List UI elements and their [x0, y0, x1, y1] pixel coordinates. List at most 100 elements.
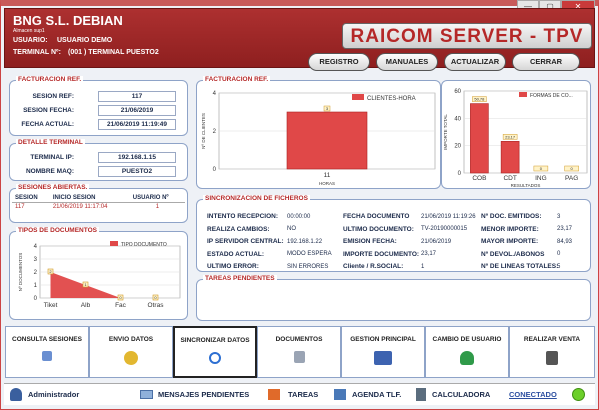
user-icon — [460, 351, 474, 365]
column-header: INICIO SESION — [49, 194, 130, 203]
company-name: BNG S.L. DEBIAN — [13, 13, 123, 28]
legend-label: TIPO DOCUMENTO — [121, 242, 167, 248]
y-tick-label: 2 — [213, 129, 217, 135]
user-icon — [10, 388, 22, 401]
sync-field-value: 23,17 — [421, 251, 437, 257]
consulta-sesiones-button[interactable]: CONSULTA SESIONES — [5, 326, 89, 378]
table-cell: 117 — [15, 204, 25, 210]
button-label: REALIZAR VENTA — [523, 336, 581, 343]
y-tick-label: 1 — [34, 283, 38, 289]
terminal-label: TERMINAL Nº: — [13, 49, 61, 56]
maquina-value: PUESTO2 — [98, 166, 176, 177]
sync-field-label: Nº DOC. EMITIDOS: — [481, 213, 542, 220]
sync-field-label: REALIZA CAMBIOS: — [207, 225, 270, 233]
tareas-panel: TAREAS PENDIENTES — [196, 275, 591, 321]
sincronizar-datos-button[interactable]: SINCRONIZAR DATOS — [173, 326, 257, 378]
gestion-principal-button[interactable]: GESTION PRINCIPAL — [341, 326, 425, 378]
legend-swatch — [352, 94, 364, 100]
sync-field-label: Nº DE LINEAS TOTALES: — [481, 263, 559, 270]
app-title: RAICOM SERVER - TPV — [342, 23, 592, 49]
gear-icon — [124, 351, 138, 365]
calculadora-link[interactable]: CALCULADORA — [432, 390, 490, 399]
terminal-value: (001 ) TERMINAL PUESTO2 — [68, 49, 159, 56]
realizar-venta-button[interactable]: REALIZAR VENTA — [509, 326, 595, 378]
column-header: SESION — [12, 194, 50, 203]
sesiones-panel: SESIONES ABIERTAS. SESION INICIO SESION … — [9, 184, 188, 223]
facturacion-chart-panel: FACTURACION REF. 0 2 4 Nº DE CLIENTES 3 11 HOR… — [196, 76, 441, 189]
user-value: USUARIO DEMO — [57, 37, 113, 44]
fecha-actual-label: FECHA ACTUAL: — [21, 121, 74, 128]
refresh-icon — [209, 352, 221, 364]
sync-field-label: Cliente / R.SOCIAL: — [343, 263, 404, 270]
table-cell: 1 — [155, 204, 160, 210]
column-header: USUARIO Nº — [129, 194, 185, 203]
sync-panel: SINCRONIZACION DE FICHEROS INTENTO RECEP… — [196, 195, 591, 272]
formas-chart-panel: 0 20 40 60 IMPORTE TOTAL 50,78 COB 23,17 CDT 0 ING… — [441, 80, 591, 189]
fecha-actual-value: 21/06/2019 11:19:49 — [98, 119, 176, 130]
store-name: Almacen sup1 — [13, 28, 45, 34]
sync-field-label: IP SERVIDOR CENTRAL: — [207, 238, 284, 245]
y-tick-label: 0 — [213, 167, 217, 173]
barcode-scanner-icon — [546, 351, 558, 365]
tareas-link[interactable]: TAREAS — [288, 390, 318, 399]
sync-field-value: SIN ERRORES — [287, 263, 329, 270]
sync-field-label: FECHA DOCUMENTO — [343, 213, 410, 220]
legend-label: FORMAS DE CO... — [530, 93, 573, 99]
sync-field-value: NO — [287, 226, 296, 232]
table-cell: 21/06/2019 11:17:04 — [52, 204, 108, 210]
phone-book-icon — [334, 389, 346, 400]
sync-field-value: 3 — [557, 213, 561, 220]
bar — [470, 103, 489, 174]
sesion-ref-label: SESION REF: — [32, 93, 74, 100]
y-axis-label: Nº DOCUMENTOS — [18, 253, 23, 292]
sesiones-icon — [42, 351, 52, 361]
y-axis-label: IMPORTE TOTAL — [443, 114, 448, 150]
user-label: USUARIO: — [13, 37, 48, 44]
sync-field-label: Nº DEVOL./ABONOS — [481, 250, 545, 258]
data-label: 50,78 — [474, 97, 485, 102]
manuales-button[interactable]: MANUALES — [376, 53, 438, 71]
sync-field-value: 192.168.1.22 — [287, 238, 323, 245]
table-row[interactable]: 117 21/06/2019 11:17:04 1 — [12, 203, 185, 212]
tareas-title: TAREAS PENDIENTES — [203, 275, 277, 282]
cerrar-button[interactable]: CERRAR — [512, 53, 580, 71]
legend-swatch — [110, 241, 118, 246]
x-tick-label: COB — [472, 175, 486, 182]
sync-field-label: ESTADO ACTUAL: — [207, 250, 265, 258]
button-label: ENVIO DATOS — [108, 336, 154, 343]
y-tick-label: 2 — [34, 270, 38, 276]
envio-datos-button[interactable]: ENVIO DATOS — [89, 326, 173, 378]
y-tick-label: 4 — [34, 244, 38, 250]
clientes-hora-chart: 024Nº DE CLIENTES311HORASCLIENTES-HORA — [201, 91, 436, 186]
sesiones-title: SESIONES ABIERTAS. — [16, 184, 90, 191]
actualizar-button[interactable]: ACTUALIZAR — [444, 53, 506, 71]
x-tick-label: Fac — [115, 302, 127, 309]
x-tick-label: ING — [535, 175, 547, 182]
formas-cobro-chart: 0204060IMPORTE TOTAL50,78COB23,17CDT0ING… — [443, 89, 588, 188]
data-label: 23,17 — [505, 134, 516, 139]
sync-field-value: 23,17 — [557, 226, 573, 232]
y-axis-label: Nº DE CLIENTES — [201, 113, 206, 149]
facturacion-title: FACTURACION REF. — [16, 76, 84, 83]
sync-field-value: 84,93 — [557, 238, 573, 245]
documentos-button[interactable]: DOCUMENTOS — [257, 326, 341, 378]
terminal-ip-value: 192.168.1.15 — [98, 152, 176, 163]
connection-status: CONECTADO — [509, 390, 557, 399]
mensajes-pendientes-link[interactable]: MENSAJES PENDIENTES — [158, 390, 249, 399]
sync-field-label: MAYOR IMPORTE: — [481, 238, 539, 245]
terminal-title: DETALLE TERMINAL — [16, 139, 85, 146]
y-tick-label: 0 — [34, 296, 38, 302]
sync-field-value: TV-20190000015 — [421, 226, 468, 232]
x-axis-label: HORAS — [319, 181, 335, 186]
sync-field-value: 00:00:00 — [287, 213, 311, 220]
legend-swatch — [519, 92, 527, 97]
maquina-label: NOMBRE MAQ: — [25, 168, 74, 175]
y-tick-label: 0 — [458, 171, 462, 177]
cambio-usuario-button[interactable]: CAMBIO DE USUARIO — [425, 326, 509, 378]
calculator-icon — [416, 388, 426, 401]
sync-field-value: 21/06/2019 11:19:26 — [421, 213, 476, 220]
sync-field-value: 0 — [557, 251, 561, 257]
registro-button[interactable]: REGISTRO — [308, 53, 370, 71]
document-icon — [293, 351, 305, 363]
agenda-link[interactable]: AGENDA TLF. — [352, 390, 401, 399]
